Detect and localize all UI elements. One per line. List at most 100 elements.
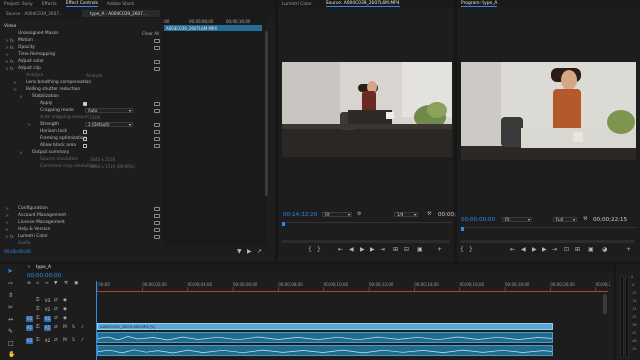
keyframe-toggle-icon[interactable] [154,122,160,127]
toggle-output-eye-icon[interactable]: ◉ [63,298,67,304]
timeline-current-timecode[interactable]: 00;00;00;00 [27,273,61,279]
voiceover-mic-icon[interactable]: ♪ [81,338,84,344]
analyze-button[interactable]: Analyze [86,73,103,78]
effect-property-row[interactable]: > fx Motion [0,37,160,44]
track-target-toggle[interactable]: V1 [44,316,51,322]
track-lock-icon[interactable]: ⚿ [36,316,39,322]
source-wrench-icon[interactable]: ⚒ [427,211,431,217]
source-settings-wrench-icon[interactable]: ⚙ [357,211,361,217]
camera-icon[interactable]: ▣ [588,247,594,253]
twirl-arrow-icon[interactable]: > [4,220,10,225]
track-target-toggle[interactable]: A2 [44,338,51,344]
snap-icon[interactable]: ∪ [36,281,39,287]
toggle-output-eye-icon[interactable]: ◉ [63,307,67,313]
effect-property-row[interactable]: Horizon lock [0,128,160,135]
track-header[interactable]: ⚿ V3 ⇄ ◉ [24,297,96,305]
sync-lock-icon[interactable]: ⇄ [54,307,58,313]
effect-property-row[interactable]: Corrected crop resolution [0,163,160,170]
add-marker-icon[interactable]: ▼ [54,281,57,287]
fx-toggle-icon[interactable]: fx [10,59,18,64]
vr-icon[interactable]: ◕ [602,247,607,253]
keyframe-toggle-icon[interactable] [154,227,160,232]
video-clip-v1[interactable]: A004C039_2607L6M.MP4 [V] [97,323,553,330]
twirl-arrow-icon[interactable]: > [4,52,10,57]
source-current-timecode[interactable]: 00;14;32;20 [283,212,317,218]
keyframe-toggle-icon[interactable] [154,143,160,148]
source-patch-button[interactable]: A2 [26,338,33,344]
track-header[interactable]: A1 ⚿ A1 ⇄ M S ♪ [24,324,96,335]
timeline-settings-wrench-icon[interactable]: ⚒ [64,281,68,287]
keyframe-toggle-icon[interactable] [154,45,160,50]
mark-in-icon[interactable]: { [308,247,312,253]
ripple-edit-tool-icon[interactable]: ⇕ [8,293,13,299]
razor-tool-icon[interactable]: ✂ [8,305,13,311]
track-lock-icon[interactable]: ⚿ [36,307,39,313]
property-checkbox[interactable] [83,101,87,106]
source-patch-button[interactable]: A1 [26,325,33,331]
effect-property-row[interactable] [0,170,160,177]
go-to-out-icon[interactable]: ⇥ [380,247,385,253]
effect-property-row[interactable]: Cropping mode [0,107,160,114]
timeline-vertical-scrollbar[interactable] [603,294,607,314]
source-playhead[interactable] [282,222,285,226]
insert-icon[interactable]: ⊞ [393,247,398,253]
program-quality-select[interactable]: Full [553,217,577,222]
selection-tool-icon[interactable]: ➤ [7,268,13,275]
go-to-in-icon[interactable]: ⇤ [510,247,515,253]
voiceover-mic-icon[interactable]: ♪ [81,325,84,331]
track-header[interactable]: V1 ⚿ V1 ⇄ ◉ [24,315,96,323]
effect-property-row[interactable]: v fx Adjust clip [0,65,160,72]
source-patch-button[interactable]: V1 [26,316,33,322]
fx-toggle-icon[interactable]: fx [10,45,18,50]
tab-program[interactable]: Program: type_A [461,1,498,7]
effect-property-row[interactable]: > fx Adjust color [0,58,160,65]
twirl-arrow-icon[interactable]: > [12,80,18,85]
sync-lock-icon[interactable]: ⇄ [54,338,58,344]
effect-property-row[interactable]: > Time Remapping [0,51,160,58]
timeline-work-area-bar[interactable] [96,291,608,292]
effect-property-row[interactable]: > fx Lumetri Color [0,233,160,240]
effect-property-row[interactable]: Unassigned Masks [0,30,160,37]
keyframe-toggle-icon[interactable] [154,234,160,239]
play-icon[interactable]: ▶ [360,247,365,253]
pen-tool-icon[interactable]: ✎ [8,329,13,335]
source-zoom-bar[interactable] [282,240,450,243]
timeline-ruler[interactable]: :00;00 00;00;02;00 00;00;04;00 00;00;06;00 0… [96,280,610,291]
step-back-icon[interactable]: ◀ [521,247,526,253]
source-zoom-select[interactable]: Fit [322,212,352,217]
fx-toggle-icon[interactable]: fx [10,66,18,71]
effect-property-row[interactable]: Framing optimization [0,135,160,142]
keyframe-toggle-icon[interactable] [154,38,160,43]
ec-current-timecode[interactable]: 00;00;00;00 [4,250,31,255]
effect-property-row[interactable]: Apply [0,100,160,107]
keyframe-toggle-icon[interactable] [154,108,160,113]
effect-property-row[interactable]: Source resolution [0,156,160,163]
program-playhead[interactable] [461,227,464,231]
tab-effect-controls[interactable]: Effect Controls [65,1,98,7]
add-button-icon[interactable]: + [437,247,442,253]
program-scrubber[interactable] [461,227,636,234]
track-lock-icon[interactable]: ⚿ [36,325,39,331]
solo-icon[interactable]: S [72,325,75,331]
tab-adobe-stock[interactable]: Adobe Stock [107,2,134,7]
solo-icon[interactable]: S [72,338,75,344]
mute-icon[interactable]: M [63,325,67,331]
linked-selection-icon[interactable]: ≈ [45,281,49,287]
effect-property-row[interactable] [0,191,160,198]
effect-property-row[interactable]: Auto cropping amount [0,114,160,121]
keyframe-toggle-icon[interactable] [154,101,160,106]
timeline-close-icon[interactable]: × [27,265,31,270]
property-checkbox[interactable] [83,136,87,141]
twirl-arrow-icon[interactable]: > [4,227,10,232]
effect-property-row[interactable]: > License Management [0,219,160,226]
program-wrench-icon[interactable]: ⚒ [583,216,587,222]
track-lock-icon[interactable]: ⚿ [36,338,39,344]
insert-nest-icon[interactable]: ⊚ [27,281,31,287]
tab-effects[interactable]: Effects [42,2,57,7]
program-zoom-select[interactable]: Fit [502,217,532,222]
program-video-frame[interactable] [461,62,636,160]
sync-lock-icon[interactable]: ⇄ [54,316,58,322]
ec-scrollbar[interactable] [265,31,268,196]
overwrite-icon[interactable]: ⊟ [404,247,409,253]
track-target-toggle[interactable]: V3 [44,298,51,304]
